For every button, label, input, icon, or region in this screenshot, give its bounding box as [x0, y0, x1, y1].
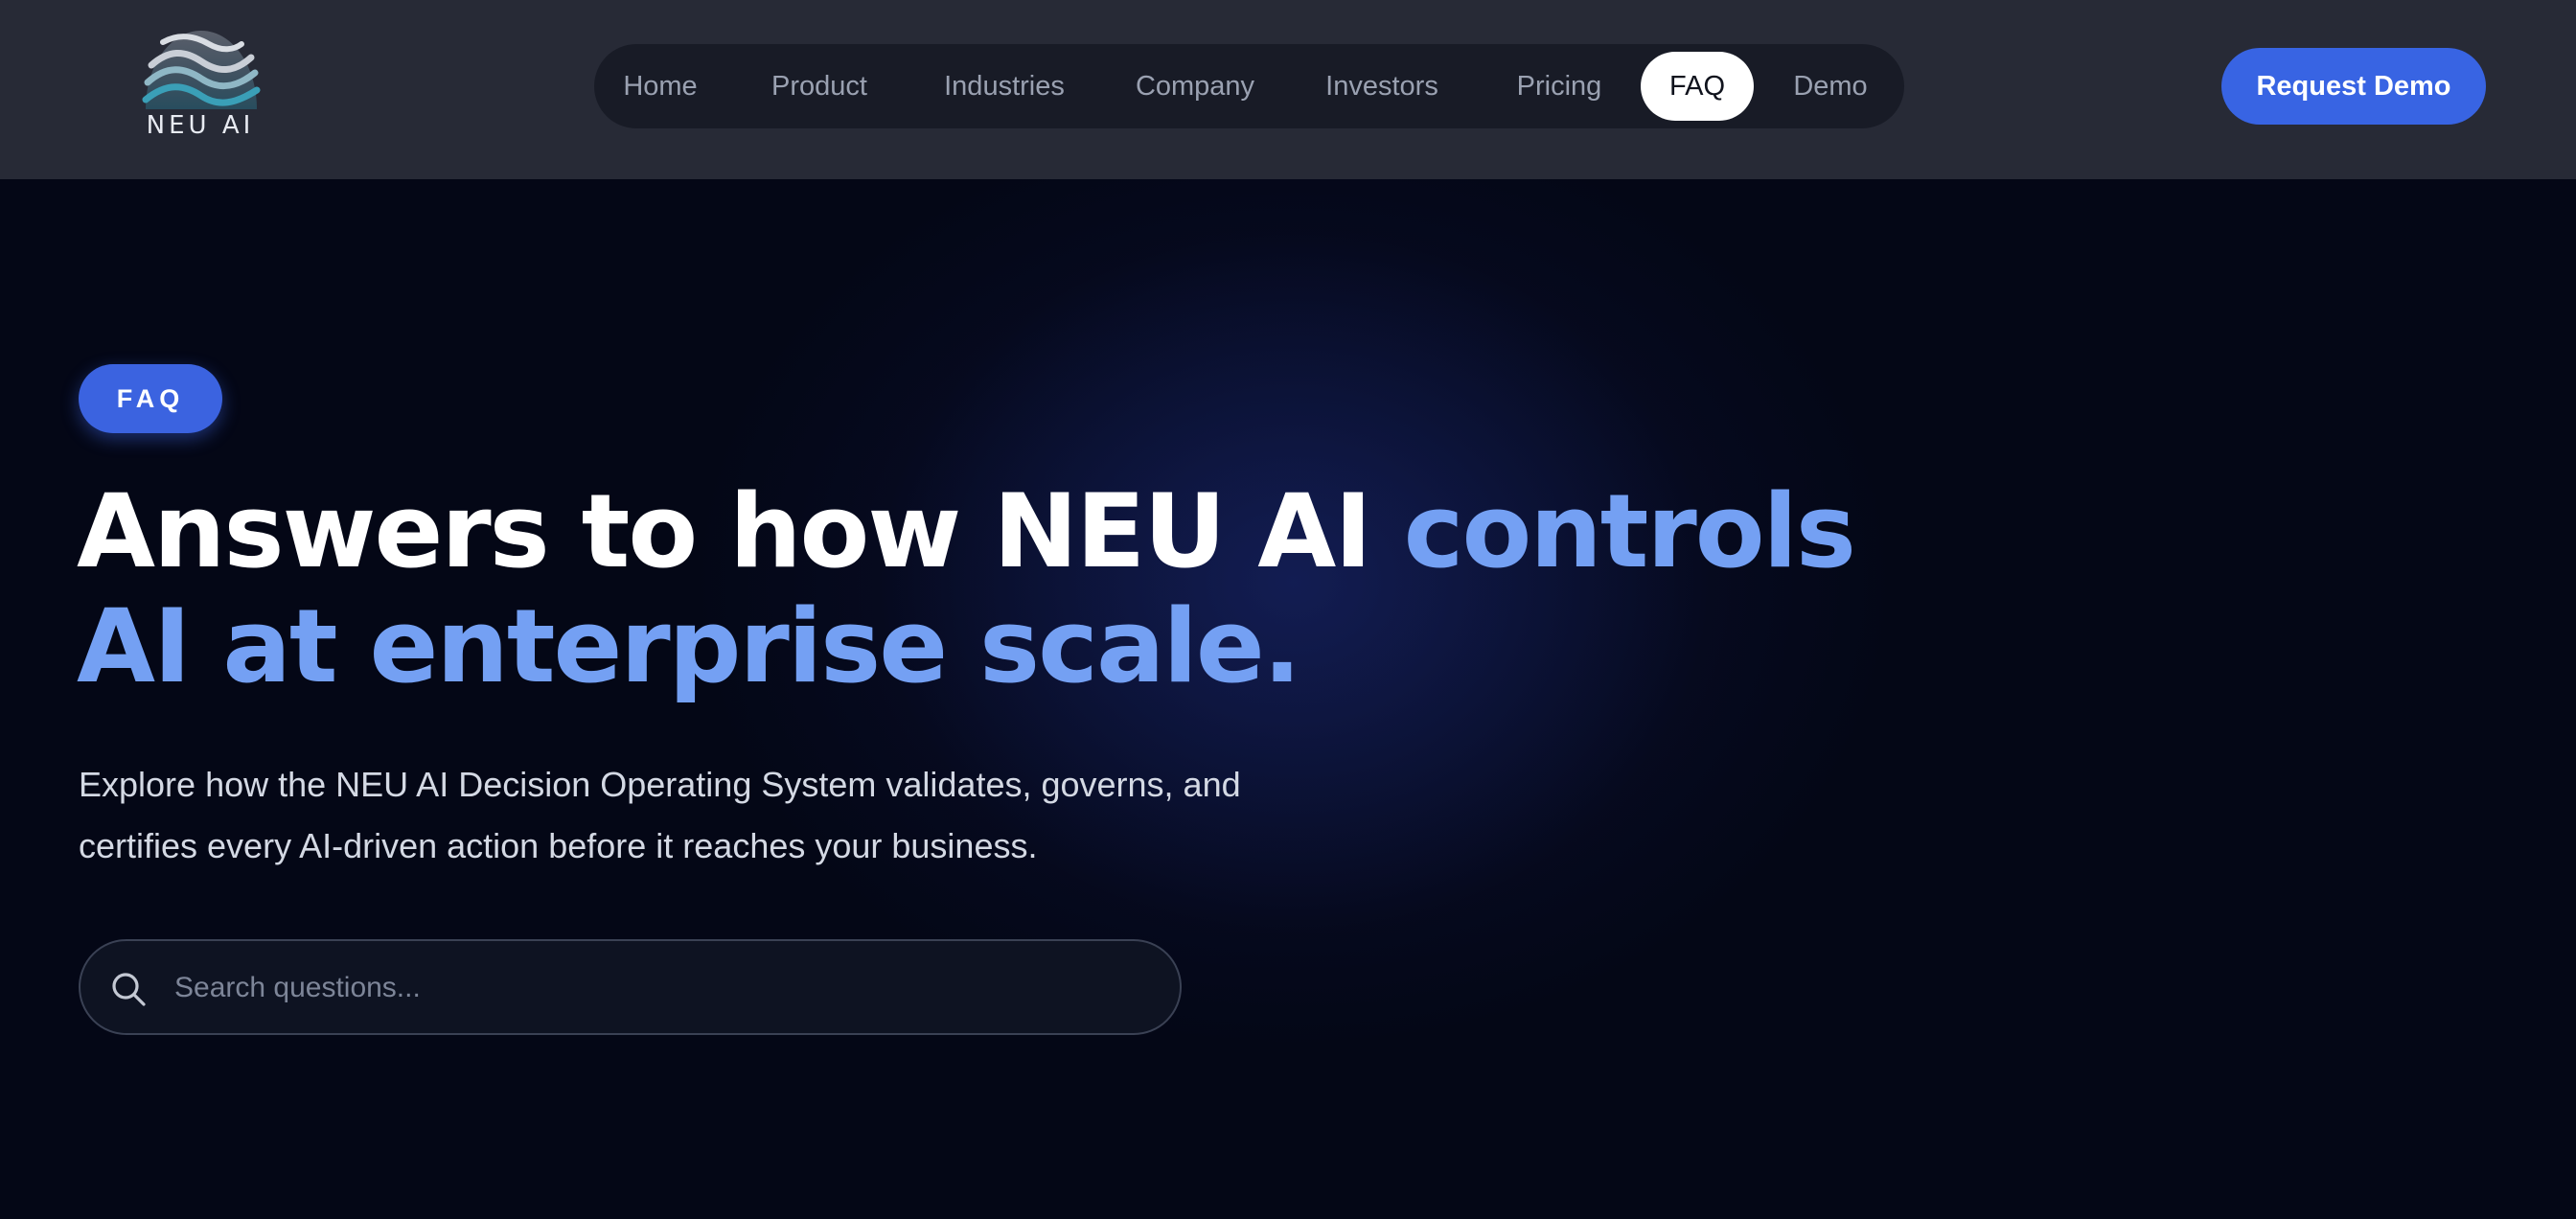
- hero-subtitle: Explore how the NEU AI Decision Operatin…: [79, 754, 1420, 877]
- subtitle-line-1: Explore how the NEU AI Decision Operatin…: [79, 765, 1241, 804]
- request-demo-button[interactable]: Request Demo: [2221, 48, 2486, 125]
- nav-item-faq[interactable]: FAQ: [1641, 52, 1754, 121]
- nav-item-home[interactable]: Home: [617, 52, 703, 121]
- nav-item-pricing[interactable]: Pricing: [1505, 52, 1614, 121]
- nav-item-investors[interactable]: Investors: [1317, 52, 1447, 121]
- page-title: Answers to how NEU AI controls AI at ent…: [77, 474, 1898, 704]
- nav-item-demo[interactable]: Demo: [1781, 52, 1880, 121]
- nav-item-industries[interactable]: Industries: [935, 52, 1073, 121]
- nav-item-company[interactable]: Company: [1131, 52, 1259, 121]
- nav-item-product[interactable]: Product: [761, 52, 878, 121]
- headline-line-2: AI at enterprise scale.: [77, 587, 1301, 705]
- logo-text: NEU AI: [146, 111, 255, 140]
- faq-badge: FAQ: [79, 364, 222, 433]
- search-input[interactable]: [172, 960, 1150, 1016]
- search-icon: [112, 973, 146, 1006]
- headline-white-text: Answers to how NEU AI: [77, 472, 1404, 590]
- subtitle-line-2: certifies every AI-driven action before …: [79, 826, 1038, 865]
- search-bar[interactable]: [79, 939, 1182, 1035]
- headline-line-1: Answers to how NEU AI controls: [77, 474, 1898, 589]
- logo-mark-icon: [142, 31, 261, 109]
- main-nav: Home Product Industries Company Investor…: [594, 44, 1904, 128]
- hero-section: FAQ Answers to how NEU AI controls AI at…: [0, 179, 2576, 1219]
- logo[interactable]: NEU AI: [140, 27, 261, 142]
- headline-accent-text: controls: [1403, 472, 1856, 590]
- site-header: NEU AI Home Product Industries Company I…: [0, 0, 2576, 179]
